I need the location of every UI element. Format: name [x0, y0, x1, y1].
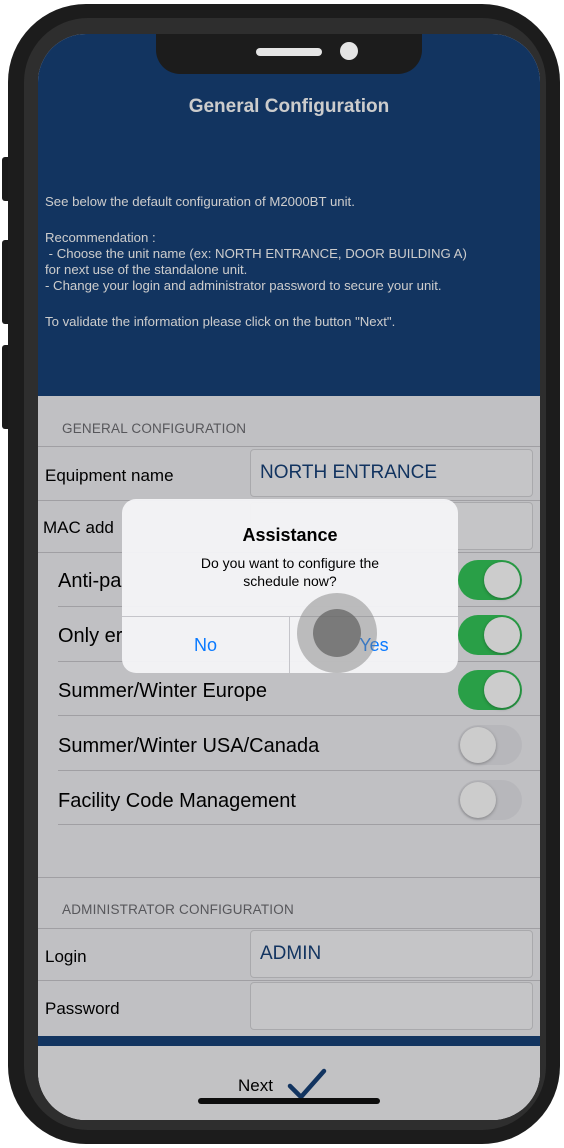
- no-button[interactable]: No: [122, 617, 289, 673]
- front-camera: [340, 42, 358, 60]
- alert-message-line-1: Do you want to configure the: [200, 555, 380, 571]
- phone-frame: General Configuration See below the defa…: [0, 0, 564, 1148]
- notch: [156, 34, 422, 74]
- alert-message-line-2: schedule now?: [243, 573, 337, 589]
- alert-message: Do you want to configure the schedule no…: [152, 554, 428, 590]
- speaker-grille: [256, 48, 322, 56]
- alert-title: Assistance: [242, 525, 338, 545]
- assistance-alert: Assistance Do you want to configure the …: [122, 499, 458, 673]
- touch-indicator: [297, 593, 377, 673]
- screen: General Configuration See below the defa…: [38, 34, 540, 1120]
- touch-indicator-dot: [313, 609, 361, 657]
